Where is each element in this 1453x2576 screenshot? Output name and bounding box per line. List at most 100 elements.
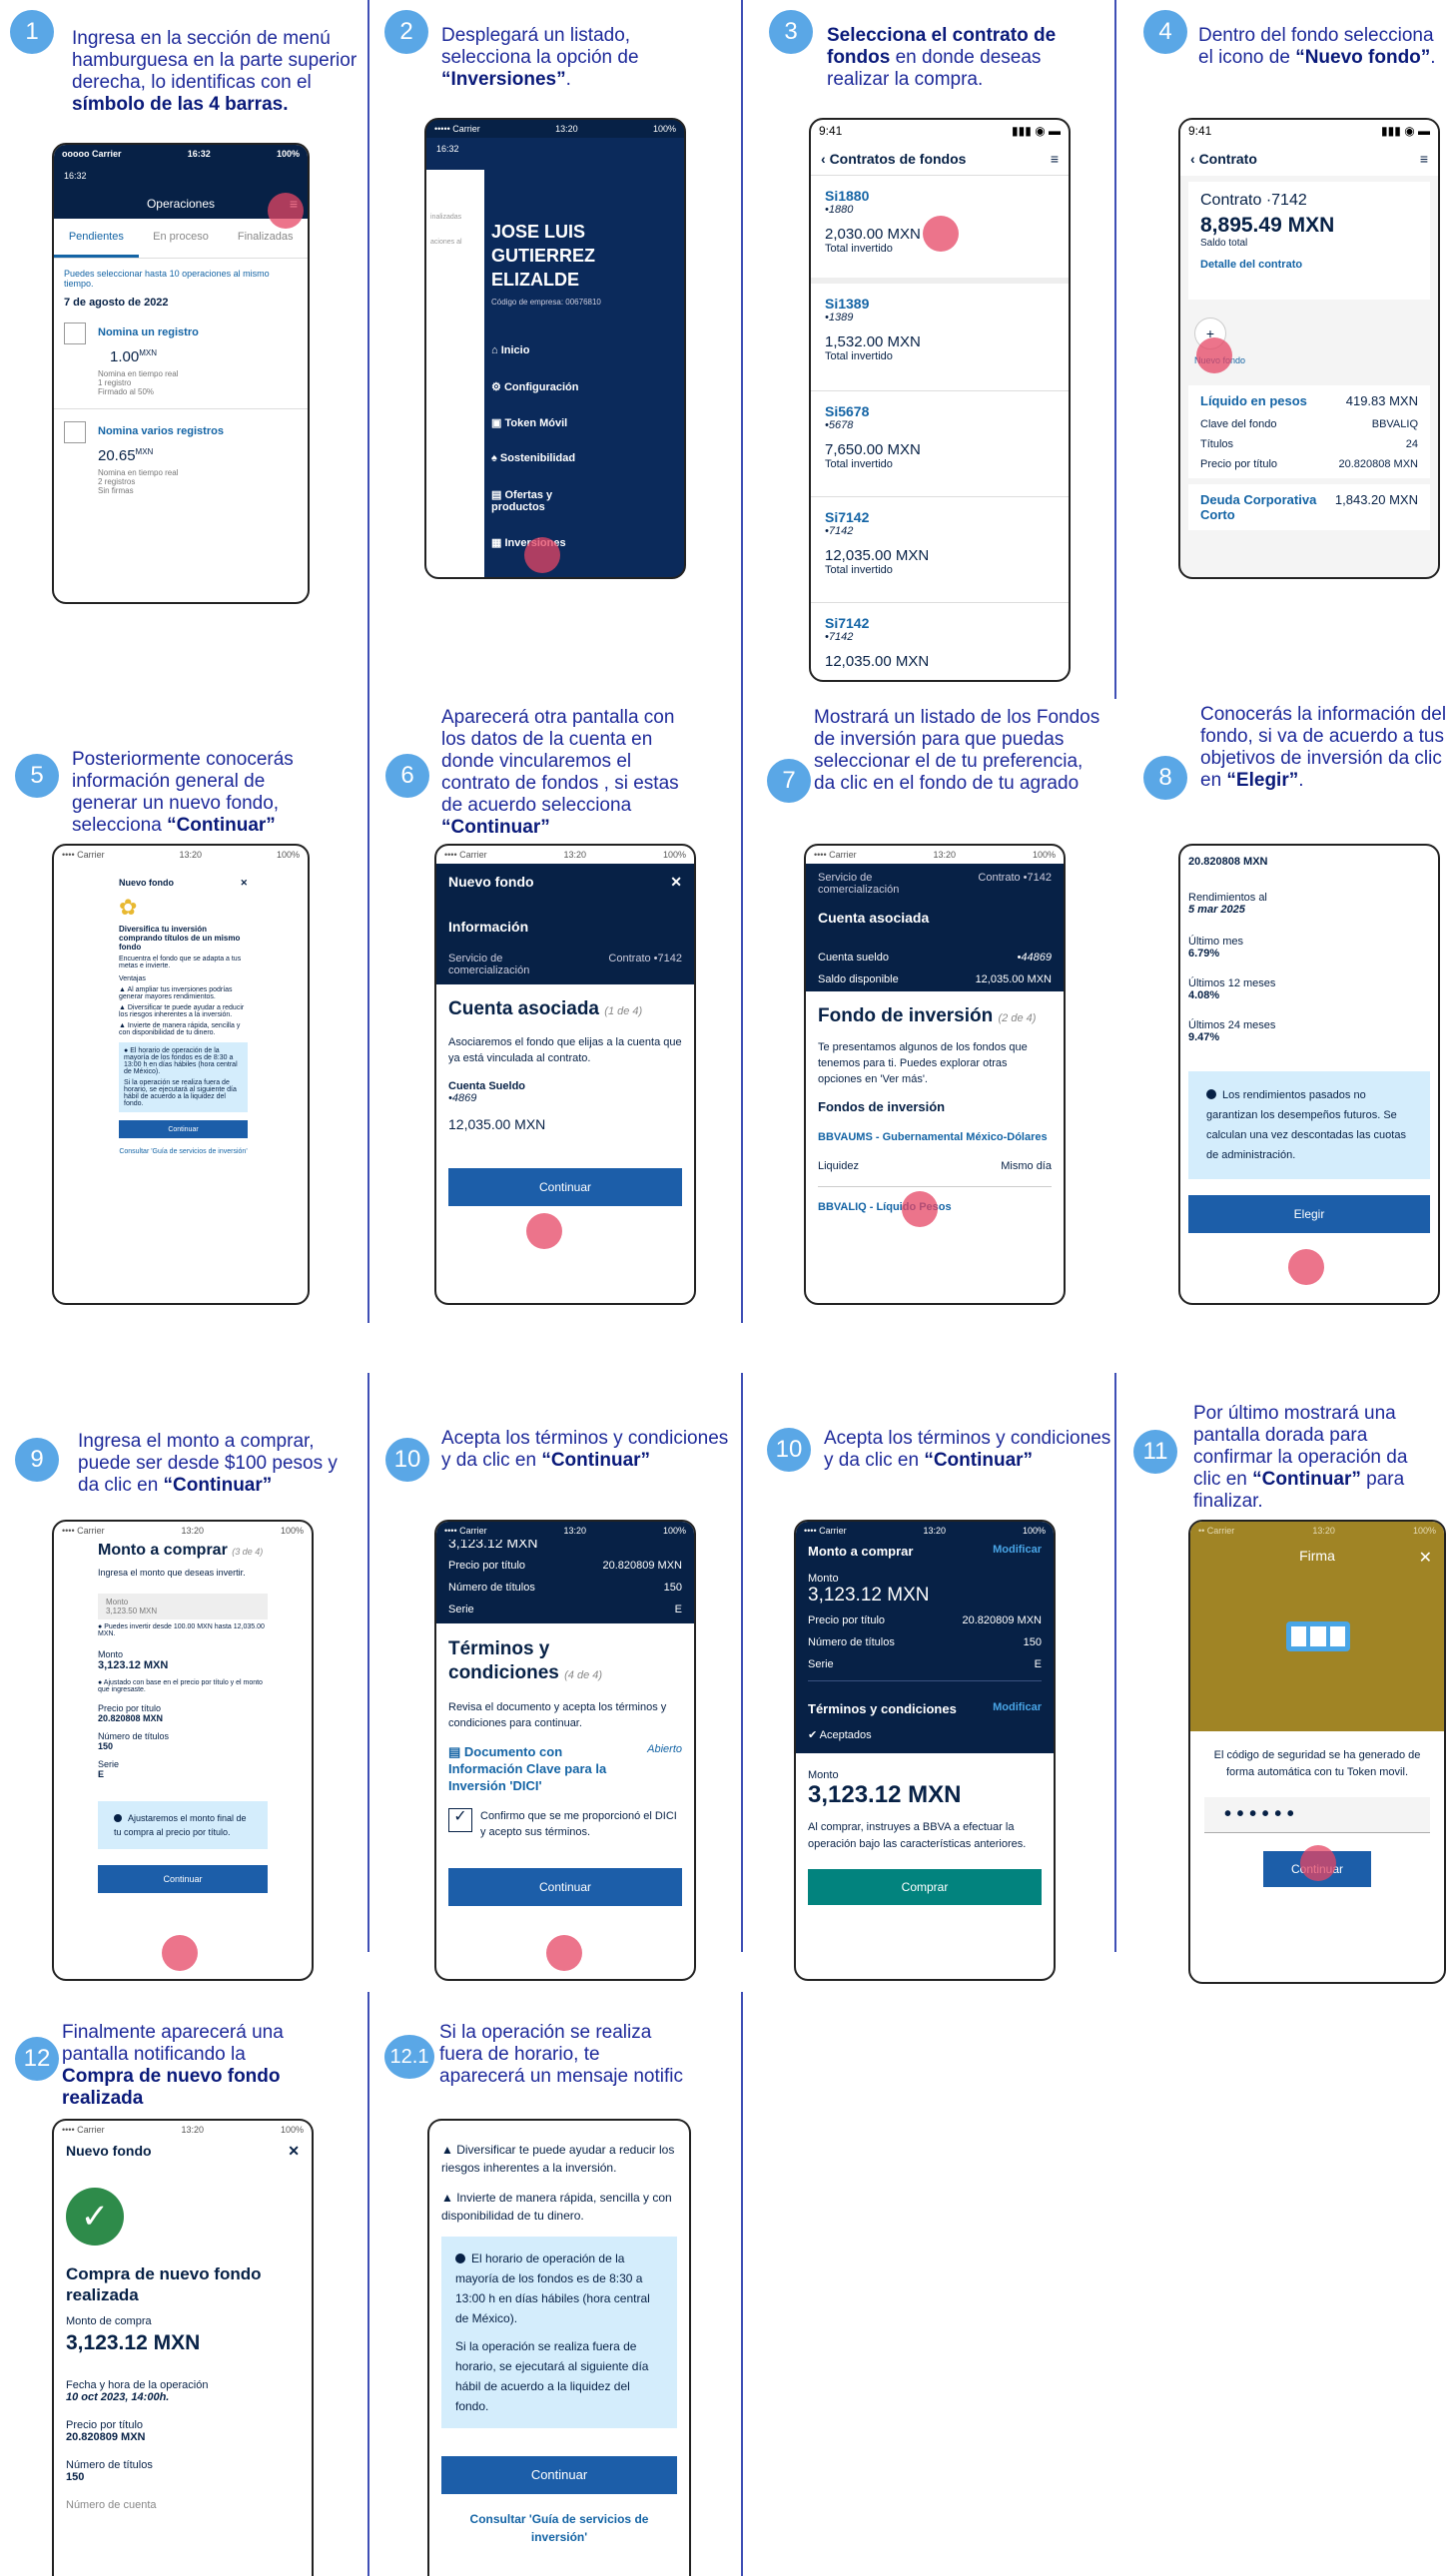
step-number: 2 [384,10,428,54]
token-icon: ▣ [491,417,502,429]
step-number: 11 [1133,1430,1177,1474]
menu-item-ofertas[interactable]: ▤ Ofertas y productos [491,488,601,536]
home-icon: ⌂ [491,344,498,356]
screen-title: Operaciones [146,197,216,211]
security-code-field[interactable]: • • • • • • [1204,1797,1430,1833]
checkbox[interactable] [64,322,86,344]
guide-link[interactable]: Consultar 'Guía de servicios de inversió… [119,1148,248,1155]
step-instruction: Selecciona el contrato de fondos en dond… [827,25,1057,90]
tap-indicator [1196,337,1232,373]
list-item[interactable]: Nomina varios registros 20.65MXN Nomina en… [54,409,308,507]
choose-button[interactable]: Elegir [1188,1195,1430,1233]
tap-indicator [923,216,959,252]
amount-input[interactable]: Monto 3,123.50 MXN [98,1594,268,1619]
separator [741,1992,743,2576]
tap-indicator [546,1935,582,1971]
menu-item-inversiones[interactable]: ▦ Inversiones [491,536,671,572]
step-number: 8 [1143,756,1187,800]
separator [1114,1373,1116,1952]
list-item[interactable]: Si7142 •7142 12,035.00 MXN [811,603,1069,680]
continue-button[interactable]: Continuar [448,1868,682,1906]
check-icon: ✔ [808,1729,818,1741]
tap-indicator [902,1191,938,1227]
step-instruction: Por último mostrará una pantalla dorada … [1193,1403,1408,1512]
tap-indicator [1300,1845,1336,1881]
phone-screen-menu: ••••• Carrier 13:20 100% 16:32 inalizadas a… [424,118,686,579]
tab-en-proceso[interactable]: En proceso [139,219,224,258]
separator [367,1373,369,1952]
close-icon[interactable]: ✕ [1419,1548,1432,1568]
menu-item-token[interactable]: ▣ Token Móvil [491,416,671,452]
hamburger-menu-icon[interactable]: ≡ [1051,151,1059,167]
list-item[interactable]: Si5678 •5678 7,650.00 MXN Total invertido [811,391,1069,497]
step-instruction: Finalmente aparecerá una pantalla notifi… [62,2022,284,2109]
list-item[interactable]: Si7142 •7142 12,035.00 MXN Total invertido [811,497,1069,603]
success-check-icon: ✓ [66,2188,124,2246]
menu-item-configuracion[interactable]: ⚙ Configuración [491,380,671,416]
fund-item[interactable]: BBVAUMS - Gubernamental México-Dólares [818,1128,1052,1146]
list-item[interactable]: Nomina un registro 1.00MXN Nomina en tiemp… [54,317,308,409]
close-icon[interactable]: ✕ [240,878,248,889]
phone-screen-nuevo-fondo-info: •••• Carrier 13:20 100% Nuevo fondo ✕ ✿ Div… [52,844,310,1305]
menu-item-sostenibilidad[interactable]: ♠ Sostenibilidad [491,452,671,488]
phone-screen-cuenta-asociada: •••• Carrier 13:20 100% Nuevo fondo ✕ Infor… [434,844,696,1305]
tap-indicator [268,193,304,229]
dici-document-link[interactable]: ▤ Documento con Información Clave para l… [448,1743,682,1794]
phone-screen-fondo-inversion: •••• Carrier 13:20 100% Servicio de comerc… [804,844,1066,1305]
close-icon[interactable]: ✕ [288,2143,300,2160]
step-instruction: Conocerás la información del fondo, si v… [1200,704,1447,791]
step-instruction: Desplegará un listado, selecciona la opc… [441,25,639,90]
info-box: Los rendimientos pasados no garantizan l… [1188,1071,1430,1179]
step-instruction: Ingresa el monto a comprar, puede ser de… [78,1431,338,1496]
step-number: 10 [385,1438,429,1482]
tap-indicator [526,1213,562,1249]
accept-checkbox[interactable]: ✓ [448,1808,472,1832]
document-icon: ▤ [448,1744,461,1759]
phone-screen-operaciones: ooooo Carrier 16:32 100% 16:32 Operaciones… [52,143,310,604]
modify-link[interactable]: Modificar [993,1701,1042,1716]
continue-button[interactable]: Continuar [98,1865,268,1893]
tap-indicator [1288,1249,1324,1285]
tab-pendientes[interactable]: Pendientes [54,219,139,258]
chart-icon: ▦ [491,537,502,549]
guide-link[interactable]: Consultar 'Guía de servicios de inversió… [441,2510,677,2546]
modify-link[interactable]: Modificar [993,1544,1042,1559]
tap-indicator [162,1935,198,1971]
continue-button[interactable]: Continuar [119,1120,248,1138]
step-instruction: Mostrará un listado de los Fondos de inv… [814,707,1100,794]
continue-button[interactable]: Continuar [441,2456,677,2494]
checkbox[interactable] [64,421,86,443]
separator [367,1992,369,2576]
fund-illustration-icon: ✿ [119,895,138,920]
separator [741,0,743,1323]
list-item[interactable]: Si1389 •1389 1,532.00 MXN Total invertido [811,284,1069,391]
step-number: 4 [1143,10,1187,54]
back-icon[interactable]: ‹ [1190,151,1195,167]
phone-screen-fuera-horario: ▲ Diversificar te puede ayudar a reducir… [427,2119,691,2576]
info-text: Puedes seleccionar hasta 10 operaciones … [64,269,270,289]
phone-screen-monto: •••• Carrier 13:20 100% Monto a comprar (3… [52,1520,314,1981]
hamburger-menu-icon[interactable]: ≡ [1420,151,1428,167]
back-icon[interactable]: ‹ [821,151,826,167]
menu-item-inicio[interactable]: ⌂ Inicio [491,344,671,380]
gear-icon: ⚙ [491,381,501,393]
phone-screen-firma: •• Carrier 13:20 100% Firma ✕ El código de… [1188,1520,1446,1984]
step-instruction: Ingresa en la sección de menú hamburgues… [72,28,358,115]
contract-detail-link[interactable]: Detalle del contrato [1200,259,1418,271]
offers-icon: ▤ [491,489,502,501]
step-instruction: Dentro del fondo selecciona el icono de … [1198,25,1436,68]
step-instruction: Si la operación se realiza fuera de hora… [439,2022,683,2087]
step-instruction: Acepta los términos y condiciones y da c… [441,1428,729,1471]
step-number: 9 [15,1438,59,1482]
buy-button[interactable]: Comprar [808,1869,1042,1905]
step-number: 5 [15,754,59,798]
leaf-icon: ♠ [491,452,497,464]
step-number: 12.1 [384,2035,434,2079]
phone-screen-resumen: •••• Carrier 13:20 100% Monto a comprar Mod… [794,1520,1056,1981]
step-number: 12 [15,2037,59,2081]
continue-button[interactable]: Continuar [448,1168,682,1206]
separator [741,1373,743,1952]
step-number: 1 [10,10,54,54]
close-icon[interactable]: ✕ [670,874,682,891]
step-number: 3 [769,10,813,54]
